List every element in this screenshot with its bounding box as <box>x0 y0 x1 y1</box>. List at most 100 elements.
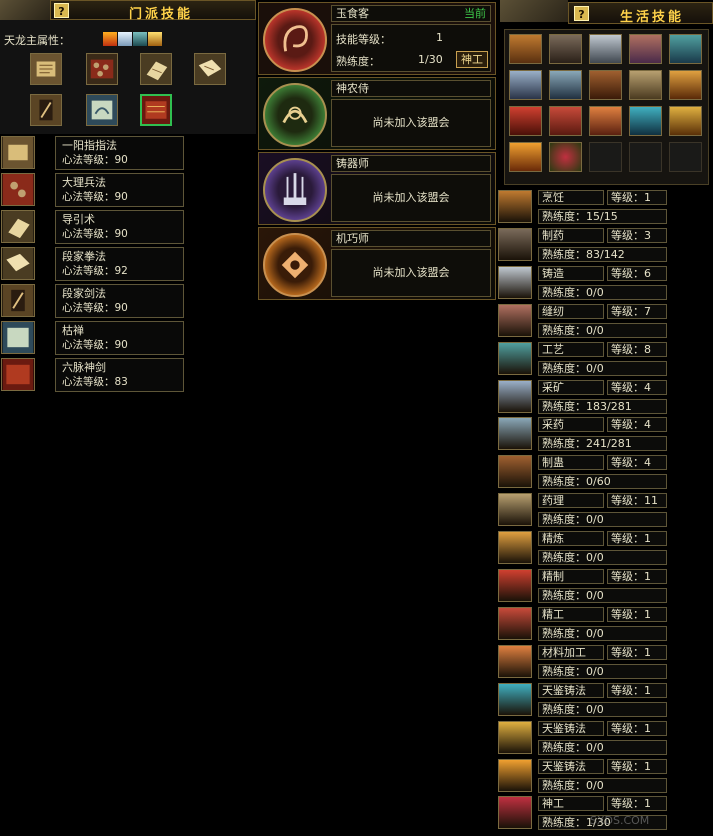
skill-level: 心法等级：90 <box>62 191 128 203</box>
life-skill-row-icon[interactable] <box>498 721 532 754</box>
skill-card-1[interactable]: 大理兵法 心法等级：90 <box>55 173 184 207</box>
life-skill-name: 铸造 <box>538 266 604 281</box>
life-skill-level: 等级：1 <box>607 796 667 811</box>
life-skill-level: 等级：4 <box>607 380 667 395</box>
skill-name: 段家剑法 <box>62 287 106 300</box>
life-panel-title: 生活技能 <box>619 10 684 25</box>
tianjian-icon-1[interactable] <box>629 106 662 136</box>
life-skill-row-icon[interactable] <box>498 266 532 299</box>
sword-book-icon[interactable] <box>30 94 62 126</box>
life-skill-row-icon[interactable] <box>498 569 532 602</box>
skill-icon-1[interactable] <box>1 173 35 206</box>
skill-name: 段家拳法 <box>62 250 106 263</box>
life-skill-row-icon[interactable] <box>498 228 532 261</box>
skill-icon-2[interactable] <box>1 210 35 243</box>
sect-title-bar: ? 门派技能 <box>50 0 256 22</box>
life-skill-name: 精工 <box>538 607 604 622</box>
skill-card-3[interactable]: 段家拳法 心法等级：92 <box>55 247 184 281</box>
casting-icon[interactable] <box>589 34 622 64</box>
life-skill-row-icon[interactable] <box>498 683 532 716</box>
herbalism-icon[interactable] <box>549 70 582 100</box>
book-skill-icon[interactable] <box>140 53 172 85</box>
life-skill-row-icon[interactable] <box>498 455 532 488</box>
proficiency-label: 熟练度： <box>336 55 380 68</box>
skill-card-4[interactable]: 段家剑法 心法等级：90 <box>55 284 184 318</box>
life-skill-row-icon[interactable] <box>498 380 532 413</box>
sect-attribute-panel: 天龙主属性： <box>0 20 256 134</box>
skill-level: 心法等级：90 <box>62 228 128 240</box>
skill-name: 六脉神剑 <box>62 361 106 374</box>
guild-card-yushike[interactable]: 玉食客 当前 技能等级： 1 熟练度： 1/30 神工 <box>258 2 496 75</box>
skill-icon-4[interactable] <box>1 284 35 317</box>
refining-icon[interactable] <box>669 70 702 100</box>
life-skill-name: 制药 <box>538 228 604 243</box>
mining-icon[interactable] <box>509 70 542 100</box>
help-button[interactable]: ? <box>54 3 69 18</box>
life-skill-row-icon[interactable] <box>498 304 532 337</box>
skill-name: 一阳指指法 <box>62 139 117 152</box>
tianjian-icon-3[interactable] <box>509 142 542 172</box>
life-skill-name: 神工 <box>538 796 604 811</box>
skill-level: 心法等级：90 <box>62 339 128 351</box>
life-skill-proficiency: 熟练度：0/0 <box>538 664 667 679</box>
fine-craft-icon[interactable] <box>549 106 582 136</box>
life-skill-level: 等级：4 <box>607 455 667 470</box>
life-skill-row-icon[interactable] <box>498 759 532 792</box>
ice-attribute-icon <box>118 32 132 46</box>
skill-icon-6[interactable] <box>1 358 35 391</box>
life-skill-name: 天鉴铸法 <box>538 683 604 698</box>
shengong-icon[interactable] <box>549 142 582 172</box>
guild-info-box: 技能等级： 1 熟练度： 1/30 神工 <box>331 24 491 72</box>
guild-name: 机巧师 <box>331 230 491 247</box>
sewing-icon[interactable] <box>629 34 662 64</box>
guild-card-zhuqishi[interactable]: 铸器师 尚未加入该盟会 <box>258 152 496 225</box>
skill-level: 心法等级：90 <box>62 302 128 314</box>
meditation-icon[interactable] <box>86 94 118 126</box>
poison-icon[interactable] <box>589 70 622 100</box>
skill-icon-3[interactable] <box>1 247 35 280</box>
skill-level-label: 技能等级： <box>336 33 391 46</box>
life-skill-proficiency: 熟练度：0/0 <box>538 778 667 793</box>
life-skill-row-icon[interactable] <box>498 190 532 223</box>
proficiency-value: 1/30 <box>418 53 443 66</box>
help-button[interactable]: ? <box>574 6 589 21</box>
life-skill-row-icon[interactable] <box>498 417 532 450</box>
herb-medal-icon <box>263 83 327 147</box>
life-skill-name: 烹饪 <box>538 190 604 205</box>
life-skill-proficiency: 熟练度：0/0 <box>538 702 667 717</box>
shengong-button[interactable]: 神工 <box>456 51 488 68</box>
life-skill-row-icon[interactable] <box>498 493 532 526</box>
guild-card-shennongshi[interactable]: 神农侍 尚未加入该盟会 <box>258 77 496 150</box>
life-skill-level: 等级：1 <box>607 569 667 584</box>
skill-icon-0[interactable] <box>1 136 35 169</box>
material-icon[interactable] <box>589 106 622 136</box>
life-skill-name: 药理 <box>538 493 604 508</box>
life-skill-row-icon[interactable] <box>498 531 532 564</box>
manual-skill-icon[interactable] <box>194 53 226 85</box>
life-skill-row-icon[interactable] <box>498 645 532 678</box>
guild-card-jiqiaoshi[interactable]: 机巧师 尚未加入该盟会 <box>258 227 496 300</box>
empty-slot <box>589 142 622 172</box>
weapon-rack-icon[interactable] <box>86 53 118 85</box>
pharmacology-icon[interactable] <box>629 70 662 100</box>
skill-card-6[interactable]: 六脉神剑 心法等级：83 <box>55 358 184 392</box>
life-skill-row-icon[interactable] <box>498 796 532 829</box>
craft-icon[interactable] <box>669 34 702 64</box>
life-skill-row-icon[interactable] <box>498 607 532 640</box>
medicine-icon[interactable] <box>549 34 582 64</box>
refine-icon[interactable] <box>509 106 542 136</box>
tianjian-icon-2[interactable] <box>669 106 702 136</box>
skill-icon-5[interactable] <box>1 321 35 354</box>
life-skill-row-icon[interactable] <box>498 342 532 375</box>
life-skill-level: 等级：11 <box>607 493 667 508</box>
life-skill-proficiency: 熟练度：15/15 <box>538 209 667 224</box>
skill-card-5[interactable]: 枯禅 心法等级：90 <box>55 321 184 355</box>
life-skill-level: 等级：1 <box>607 531 667 546</box>
life-skill-proficiency: 熟练度：0/0 <box>538 512 667 527</box>
six-meridian-sword-icon[interactable] <box>140 94 172 126</box>
skill-card-0[interactable]: 一阳指指法 心法等级：90 <box>55 136 184 170</box>
cooking-icon[interactable] <box>509 34 542 64</box>
scroll-skill-icon[interactable] <box>30 53 62 85</box>
skill-card-2[interactable]: 导引术 心法等级：90 <box>55 210 184 244</box>
life-skill-proficiency: 熟练度：0/0 <box>538 323 667 338</box>
